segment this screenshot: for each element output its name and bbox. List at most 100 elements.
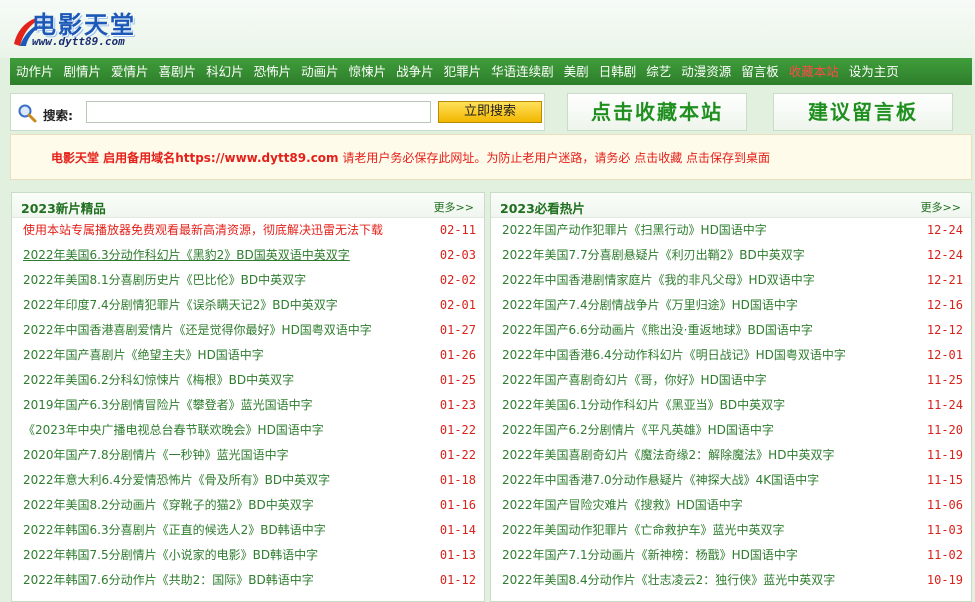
item-title[interactable]: 2022年国产7.4分剧情战争片《万里归途》HD国语中字 xyxy=(502,293,798,318)
nav-item-horror[interactable]: 恐怖片 xyxy=(248,58,296,85)
nav-item-drama[interactable]: 剧情片 xyxy=(58,58,106,85)
item-title[interactable]: 2022年中国香港喜剧爱情片《还是觉得你最好》HD国粤双语中字 xyxy=(23,318,372,343)
list-item[interactable]: 2022年中国香港7.0分动作悬疑片《神探大战》4K国语中字 11-15 xyxy=(491,468,971,493)
item-title[interactable]: 2022年中国香港剧情家庭片《我的非凡父母》HD双语中字 xyxy=(502,268,815,293)
item-title[interactable]: 2022年美国喜剧奇幻片《魔法奇缘2：解除魔法》HD中英双字 xyxy=(502,443,834,468)
item-title[interactable]: 2019年国产6.3分剧情冒险片《攀登者》蓝光国语中字 xyxy=(23,393,313,418)
nav-item-us-series[interactable]: 美剧 xyxy=(558,58,593,85)
item-date: 01-22 xyxy=(439,448,476,462)
list-item[interactable]: 2022年美国动作犯罪片《亡命救护车》蓝光中英双字 11-03 xyxy=(491,518,971,543)
list-item[interactable]: 2022年美国8.2分动画片《穿靴子的猫2》BD中英双字 01-16 xyxy=(12,493,484,518)
item-title[interactable]: 2022年美国8.2分动画片《穿靴子的猫2》BD中英双字 xyxy=(23,493,314,518)
list-item[interactable]: 2022年美国6.2分科幻惊悚片《梅根》BD中英双字 01-25 xyxy=(12,368,484,393)
nav-item-thriller[interactable]: 惊悚片 xyxy=(343,58,391,85)
item-date: 02-11 xyxy=(439,223,476,237)
list-item[interactable]: 《2023年中央广播电视总台春节联欢晚会》HD国语中字 01-22 xyxy=(12,418,484,443)
list-item[interactable]: 2019年国产6.3分剧情冒险片《攀登者》蓝光国语中字 01-23 xyxy=(12,393,484,418)
bookmark-site-button[interactable]: 点击收藏本站 xyxy=(567,93,747,131)
nav-item-romance[interactable]: 爱情片 xyxy=(105,58,153,85)
list-item[interactable]: 2022年韩国7.6分动作片《共助2：国际》BD韩语中字 01-12 xyxy=(12,568,484,593)
nav-item-chinese-series[interactable]: 华语连续剧 xyxy=(485,58,558,85)
item-title[interactable]: 2022年美国7.7分喜剧悬疑片《利刃出鞘2》BD中英双字 xyxy=(502,243,805,268)
item-title[interactable]: 使用本站专属播放器免费观看最新高清资源，彻底解决迅雷无法下载 xyxy=(23,218,383,243)
list-item[interactable]: 2022年美国8.1分喜剧历史片《巴比伦》BD中英双字 02-02 xyxy=(12,268,484,293)
list-item[interactable]: 2022年国产6.2分剧情片《平凡英雄》HD国语中字 11-20 xyxy=(491,418,971,443)
nav-item-anime[interactable]: 动漫资源 xyxy=(675,58,735,85)
nav-item-crime[interactable]: 犯罪片 xyxy=(438,58,486,85)
notice-banner: 电影天堂 启用备用域名https://www.dytt89.com 请老用户务必… xyxy=(10,134,972,180)
item-date: 01-25 xyxy=(439,373,476,387)
item-title[interactable]: 2022年美国6.3分动作科幻片《黑豹2》BD国英双语中英双字 xyxy=(23,243,350,268)
list-item[interactable]: 2022年中国香港6.4分动作科幻片《明日战记》HD国粤双语中字 12-01 xyxy=(491,343,971,368)
guestbook-button[interactable]: 建议留言板 xyxy=(773,93,953,131)
item-title[interactable]: 2022年韩国6.3分喜剧片《正直的候选人2》BD韩语中字 xyxy=(23,518,326,543)
list-item[interactable]: 2022年国产冒险灾难片《搜救》HD国语中字 11-06 xyxy=(491,493,971,518)
item-title[interactable]: 2022年印度7.4分剧情犯罪片《误杀瞒天记2》BD中英双字 xyxy=(23,293,338,318)
item-date: 02-01 xyxy=(439,298,476,312)
item-title[interactable]: 2022年国产动作犯罪片《扫黑行动》HD国语中字 xyxy=(502,218,767,243)
item-date: 11-06 xyxy=(926,498,963,512)
item-title[interactable]: 2022年国产喜剧奇幻片《哥，你好》HD国语中字 xyxy=(502,368,767,393)
list-item[interactable]: 2022年国产动作犯罪片《扫黑行动》HD国语中字 12-24 xyxy=(491,218,971,243)
search-button[interactable]: 立即搜索 xyxy=(438,101,542,123)
item-title[interactable]: 2022年美国6.1分动作科幻片《黑亚当》BD中英双字 xyxy=(502,393,785,418)
list-item[interactable]: 2022年美国6.1分动作科幻片《黑亚当》BD中英双字 11-24 xyxy=(491,393,971,418)
nav-item-set-homepage[interactable]: 设为主页 xyxy=(843,58,903,85)
list-item[interactable]: 2022年国产喜剧片《绝望主夫》HD国语中字 01-26 xyxy=(12,343,484,368)
nav-item-bookmark[interactable]: 收藏本站 xyxy=(783,58,843,85)
item-title[interactable]: 2022年国产7.1分动画片《新神榜：杨戬》HD国语中字 xyxy=(502,543,798,568)
nav-item-animation[interactable]: 动画片 xyxy=(295,58,343,85)
list-item[interactable]: 2022年意大利6.4分爱情恐怖片《骨及所有》BD中英双字 01-18 xyxy=(12,468,484,493)
item-title[interactable]: 2022年美国8.1分喜剧历史片《巴比伦》BD中英双字 xyxy=(23,268,306,293)
item-title[interactable]: 2022年中国香港6.4分动作科幻片《明日战记》HD国粤双语中字 xyxy=(502,343,846,368)
item-title[interactable]: 2020年国产7.8分剧情片《一秒钟》蓝光国语中字 xyxy=(23,443,289,468)
item-title[interactable]: 2022年国产冒险灾难片《搜救》HD国语中字 xyxy=(502,493,743,518)
item-title[interactable]: 2022年国产6.6分动画片《熊出没·重返地球》BD国语中字 xyxy=(502,318,813,343)
site-header: 电影天堂 www.dytt89.com xyxy=(0,0,975,58)
item-title[interactable]: 2022年国产6.2分剧情片《平凡英雄》HD国语中字 xyxy=(502,418,774,443)
more-link[interactable]: 更多>> xyxy=(921,199,961,215)
item-title[interactable]: 2022年韩国7.5分剧情片《小说家的电影》BD韩语中字 xyxy=(23,543,318,568)
nav-item-scifi[interactable]: 科幻片 xyxy=(200,58,248,85)
nav-item-jk-series[interactable]: 日韩剧 xyxy=(593,58,641,85)
panel-header: 2023新片精品 更多>> xyxy=(12,193,484,218)
list-item[interactable]: 2022年美国7.7分喜剧悬疑片《利刃出鞘2》BD中英双字 12-24 xyxy=(491,243,971,268)
item-title[interactable]: 2022年韩国7.6分动作片《共助2：国际》BD韩语中字 xyxy=(23,568,314,593)
item-title[interactable]: 2022年美国8.4分动作片《壮志凌云2：独行侠》蓝光中英双字 xyxy=(502,568,835,593)
list-item[interactable]: 2022年美国8.4分动作片《壮志凌云2：独行侠》蓝光中英双字 10-19 xyxy=(491,568,971,593)
item-title[interactable]: 2022年国产喜剧片《绝望主夫》HD国语中字 xyxy=(23,343,264,368)
nav-item-guestbook[interactable]: 留言板 xyxy=(735,58,783,85)
list-item[interactable]: 2022年美国喜剧奇幻片《魔法奇缘2：解除魔法》HD中英双字 11-19 xyxy=(491,443,971,468)
item-title[interactable]: 2022年意大利6.4分爱情恐怖片《骨及所有》BD中英双字 xyxy=(23,468,330,493)
list-item[interactable]: 2020年国产7.8分剧情片《一秒钟》蓝光国语中字 01-22 xyxy=(12,443,484,468)
list-item[interactable]: 2022年中国香港喜剧爱情片《还是觉得你最好》HD国粤双语中字 01-27 xyxy=(12,318,484,343)
list-item[interactable]: 2022年印度7.4分剧情犯罪片《误杀瞒天记2》BD中英双字 02-01 xyxy=(12,293,484,318)
nav-item-comedy[interactable]: 喜剧片 xyxy=(153,58,201,85)
list-item[interactable]: 2022年国产喜剧奇幻片《哥，你好》HD国语中字 11-25 xyxy=(491,368,971,393)
nav-item-war[interactable]: 战争片 xyxy=(390,58,438,85)
site-logo[interactable]: 电影天堂 www.dytt89.com xyxy=(10,2,175,54)
search-input[interactable] xyxy=(86,101,431,123)
item-title[interactable]: 2022年美国6.2分科幻惊悚片《梅根》BD中英双字 xyxy=(23,368,294,393)
list-item[interactable]: 2022年韩国7.5分剧情片《小说家的电影》BD韩语中字 01-13 xyxy=(12,543,484,568)
list-item[interactable]: 2022年国产7.1分动画片《新神榜：杨戬》HD国语中字 11-02 xyxy=(491,543,971,568)
nav-item-variety[interactable]: 综艺 xyxy=(640,58,675,85)
item-date: 01-22 xyxy=(439,423,476,437)
list-item[interactable]: 2022年韩国6.3分喜剧片《正直的候选人2》BD韩语中字 01-14 xyxy=(12,518,484,543)
main-nav: 动作片 剧情片 爱情片 喜剧片 科幻片 恐怖片 动画片 惊悚片 战争片 犯罪片 … xyxy=(10,58,972,85)
search-label: 搜索: xyxy=(43,108,73,123)
more-link[interactable]: 更多>> xyxy=(434,199,474,215)
nav-item-action[interactable]: 动作片 xyxy=(10,58,58,85)
list-item[interactable]: 2022年国产7.4分剧情战争片《万里归途》HD国语中字 12-16 xyxy=(491,293,971,318)
list-item[interactable]: 2022年国产6.6分动画片《熊出没·重返地球》BD国语中字 12-12 xyxy=(491,318,971,343)
item-title[interactable]: 2022年中国香港7.0分动作悬疑片《神探大战》4K国语中字 xyxy=(502,468,819,493)
item-title[interactable]: 2022年美国动作犯罪片《亡命救护车》蓝光中英双字 xyxy=(502,518,785,543)
item-date: 01-16 xyxy=(439,498,476,512)
item-title[interactable]: 《2023年中央广播电视总台春节联欢晚会》HD国语中字 xyxy=(23,418,324,443)
item-date: 11-25 xyxy=(926,373,963,387)
list-item[interactable]: 使用本站专属播放器免费观看最新高清资源，彻底解决迅雷无法下载 02-11 xyxy=(12,218,484,243)
notice-url[interactable]: https://www.dytt89.com xyxy=(175,151,338,165)
list-item[interactable]: 2022年中国香港剧情家庭片《我的非凡父母》HD双语中字 12-21 xyxy=(491,268,971,293)
list-item[interactable]: 2022年美国6.3分动作科幻片《黑豹2》BD国英双语中英双字 02-03 xyxy=(12,243,484,268)
item-date: 02-02 xyxy=(439,273,476,287)
